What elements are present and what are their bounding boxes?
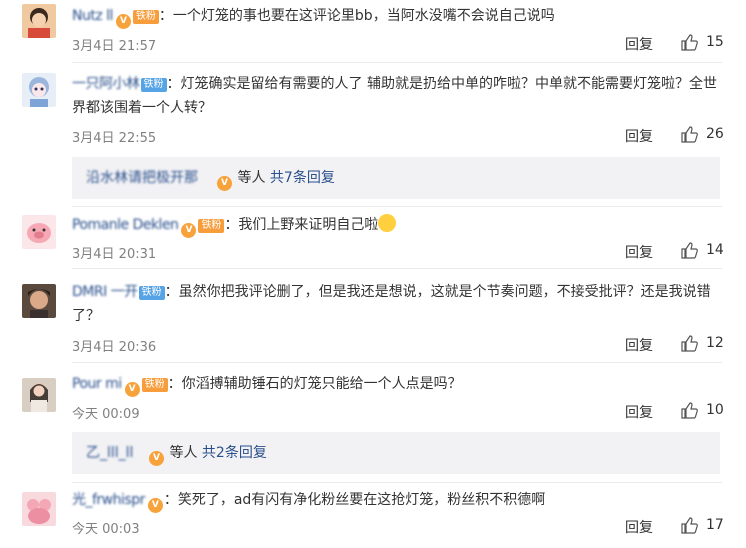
comment-text-line: 光_frwhispr V ：笑死了，ad有闪有净化粉丝要在这抢灯笼，粉丝积不积德啊 xyxy=(72,488,722,513)
like-button[interactable]: 17 xyxy=(680,516,724,534)
comment-time: 3月4日 22:55 xyxy=(72,131,157,146)
comment-text-line: 一只阿小林 铁粉 ：灯笼确实是留给有需要的人了 辅助就是扔给中单的咋啦？中单就不能需… xyxy=(72,72,722,120)
reply-button[interactable]: 回复 xyxy=(625,402,653,422)
sub-reply-suffix: 等人 xyxy=(233,170,270,186)
comment-username[interactable]: Pour mi xyxy=(72,376,122,392)
comment-username[interactable]: Pomanle Deklen xyxy=(72,217,179,233)
comment-time: 今天 00:03 xyxy=(72,522,140,537)
comment-username[interactable]: 一只阿小林 xyxy=(72,76,140,92)
fan-badge: 铁粉 xyxy=(141,378,168,392)
thumbs-up-icon xyxy=(681,517,698,534)
vip-icon: V xyxy=(115,14,131,29)
like-count: 14 xyxy=(706,242,724,258)
comment-text-line: Pomanle Deklen V 铁粉 ：我们上野来证明自己啦 xyxy=(72,213,722,238)
sub-reply-names[interactable]: 乙_lll_ll xyxy=(86,432,133,474)
thumbs-up-icon xyxy=(681,242,698,259)
divider xyxy=(72,206,722,207)
sub-replies-box[interactable]: 乙_lll_ll V 等人 共2条回复 xyxy=(72,432,720,474)
like-button[interactable]: 14 xyxy=(680,241,724,259)
fan-badge: 铁粉 xyxy=(132,10,159,24)
more-replies-link[interactable]: 共7条回复 xyxy=(270,170,335,186)
thumbs-up-icon xyxy=(681,34,698,51)
reply-button[interactable]: 回复 xyxy=(625,126,653,146)
avatar[interactable] xyxy=(22,284,56,318)
comment-username[interactable]: Nutz ll xyxy=(72,8,113,24)
sub-replies-box[interactable]: 沿水林请把极开那 V 等人 共7条回复 xyxy=(72,157,720,199)
comment-time: 3月4日 20:31 xyxy=(72,247,157,262)
like-count: 15 xyxy=(706,34,724,50)
thumbs-up-icon xyxy=(681,126,698,143)
comment-username[interactable]: DMRI 一开 xyxy=(72,284,138,300)
fan-badge: 铁粉 xyxy=(198,219,225,233)
comment-body: ：虽然你把我评论删了，但是我还是想说，这就是个节奏问题，不接受批评？还是我说错了… xyxy=(72,284,711,324)
comment-body: ：笑死了，ad有闪有净化粉丝要在这抢灯笼，粉丝积不积德啊 xyxy=(163,492,546,508)
like-count: 10 xyxy=(706,402,724,418)
sub-reply-names[interactable]: 沿水林请把极开那 xyxy=(86,157,198,199)
fan-badge: 铁粉 xyxy=(138,286,165,300)
divider xyxy=(72,268,722,269)
reply-button[interactable]: 回复 xyxy=(625,242,653,262)
vip-icon: V xyxy=(149,451,164,466)
divider xyxy=(72,362,722,363)
divider xyxy=(72,482,722,483)
reply-button[interactable]: 回复 xyxy=(625,335,653,355)
vip-icon: V xyxy=(181,223,197,238)
thumbs-up-icon xyxy=(681,402,698,419)
like-button[interactable]: 15 xyxy=(680,33,724,51)
avatar[interactable] xyxy=(22,492,56,526)
comment-body: ：灯笼确实是留给有需要的人了 辅助就是扔给中单的咋啦？中单就不能需要灯笼啦？全世… xyxy=(72,76,717,116)
fan-badge: 铁粉 xyxy=(140,78,167,92)
like-count: 12 xyxy=(706,335,724,351)
thumbs-up-icon xyxy=(681,335,698,352)
like-count: 26 xyxy=(706,126,724,142)
avatar[interactable] xyxy=(22,73,56,107)
more-replies-link[interactable]: 共2条回复 xyxy=(202,445,267,461)
reply-button[interactable]: 回复 xyxy=(625,517,653,537)
comment-username[interactable]: 光_frwhispr xyxy=(72,492,145,508)
avatar[interactable] xyxy=(22,215,56,249)
emoji-icon xyxy=(378,214,397,232)
sub-reply-suffix: 等人 xyxy=(165,445,202,461)
like-button[interactable]: 26 xyxy=(680,125,724,143)
comment-text-line: Nutz ll V 铁粉 ：一个灯笼的事也要在这评论里bb，当阿水没嘴不会说自己说吗 xyxy=(72,4,722,29)
vip-icon: V xyxy=(124,382,140,397)
avatar[interactable] xyxy=(22,4,56,38)
comment-body: ：你滔搏辅助锤石的灯笼只能给一个人点是吗？ xyxy=(167,376,462,392)
comment-body: ：我们上野来证明自己啦 xyxy=(224,217,379,233)
vip-icon: V xyxy=(217,176,232,191)
like-button[interactable]: 10 xyxy=(680,401,724,419)
like-count: 17 xyxy=(706,517,724,533)
divider xyxy=(72,62,722,63)
avatar[interactable] xyxy=(22,378,56,412)
comment-time: 3月4日 21:57 xyxy=(72,39,157,54)
comment-text-line: DMRI 一开 铁粉 ：虽然你把我评论删了，但是我还是想说，这就是个节奏问题，不接受… xyxy=(72,280,722,328)
comment-text-line: Pour mi V 铁粉 ：你滔搏辅助锤石的灯笼只能给一个人点是吗？ xyxy=(72,372,722,397)
like-button[interactable]: 12 xyxy=(680,334,724,352)
vip-icon: V xyxy=(147,498,163,513)
comment-time: 3月4日 20:36 xyxy=(72,340,157,355)
comment-body: ：一个灯笼的事也要在这评论里bb，当阿水没嘴不会说自己说吗 xyxy=(158,8,555,24)
comment-time: 今天 00:09 xyxy=(72,407,140,422)
reply-button[interactable]: 回复 xyxy=(625,34,653,54)
